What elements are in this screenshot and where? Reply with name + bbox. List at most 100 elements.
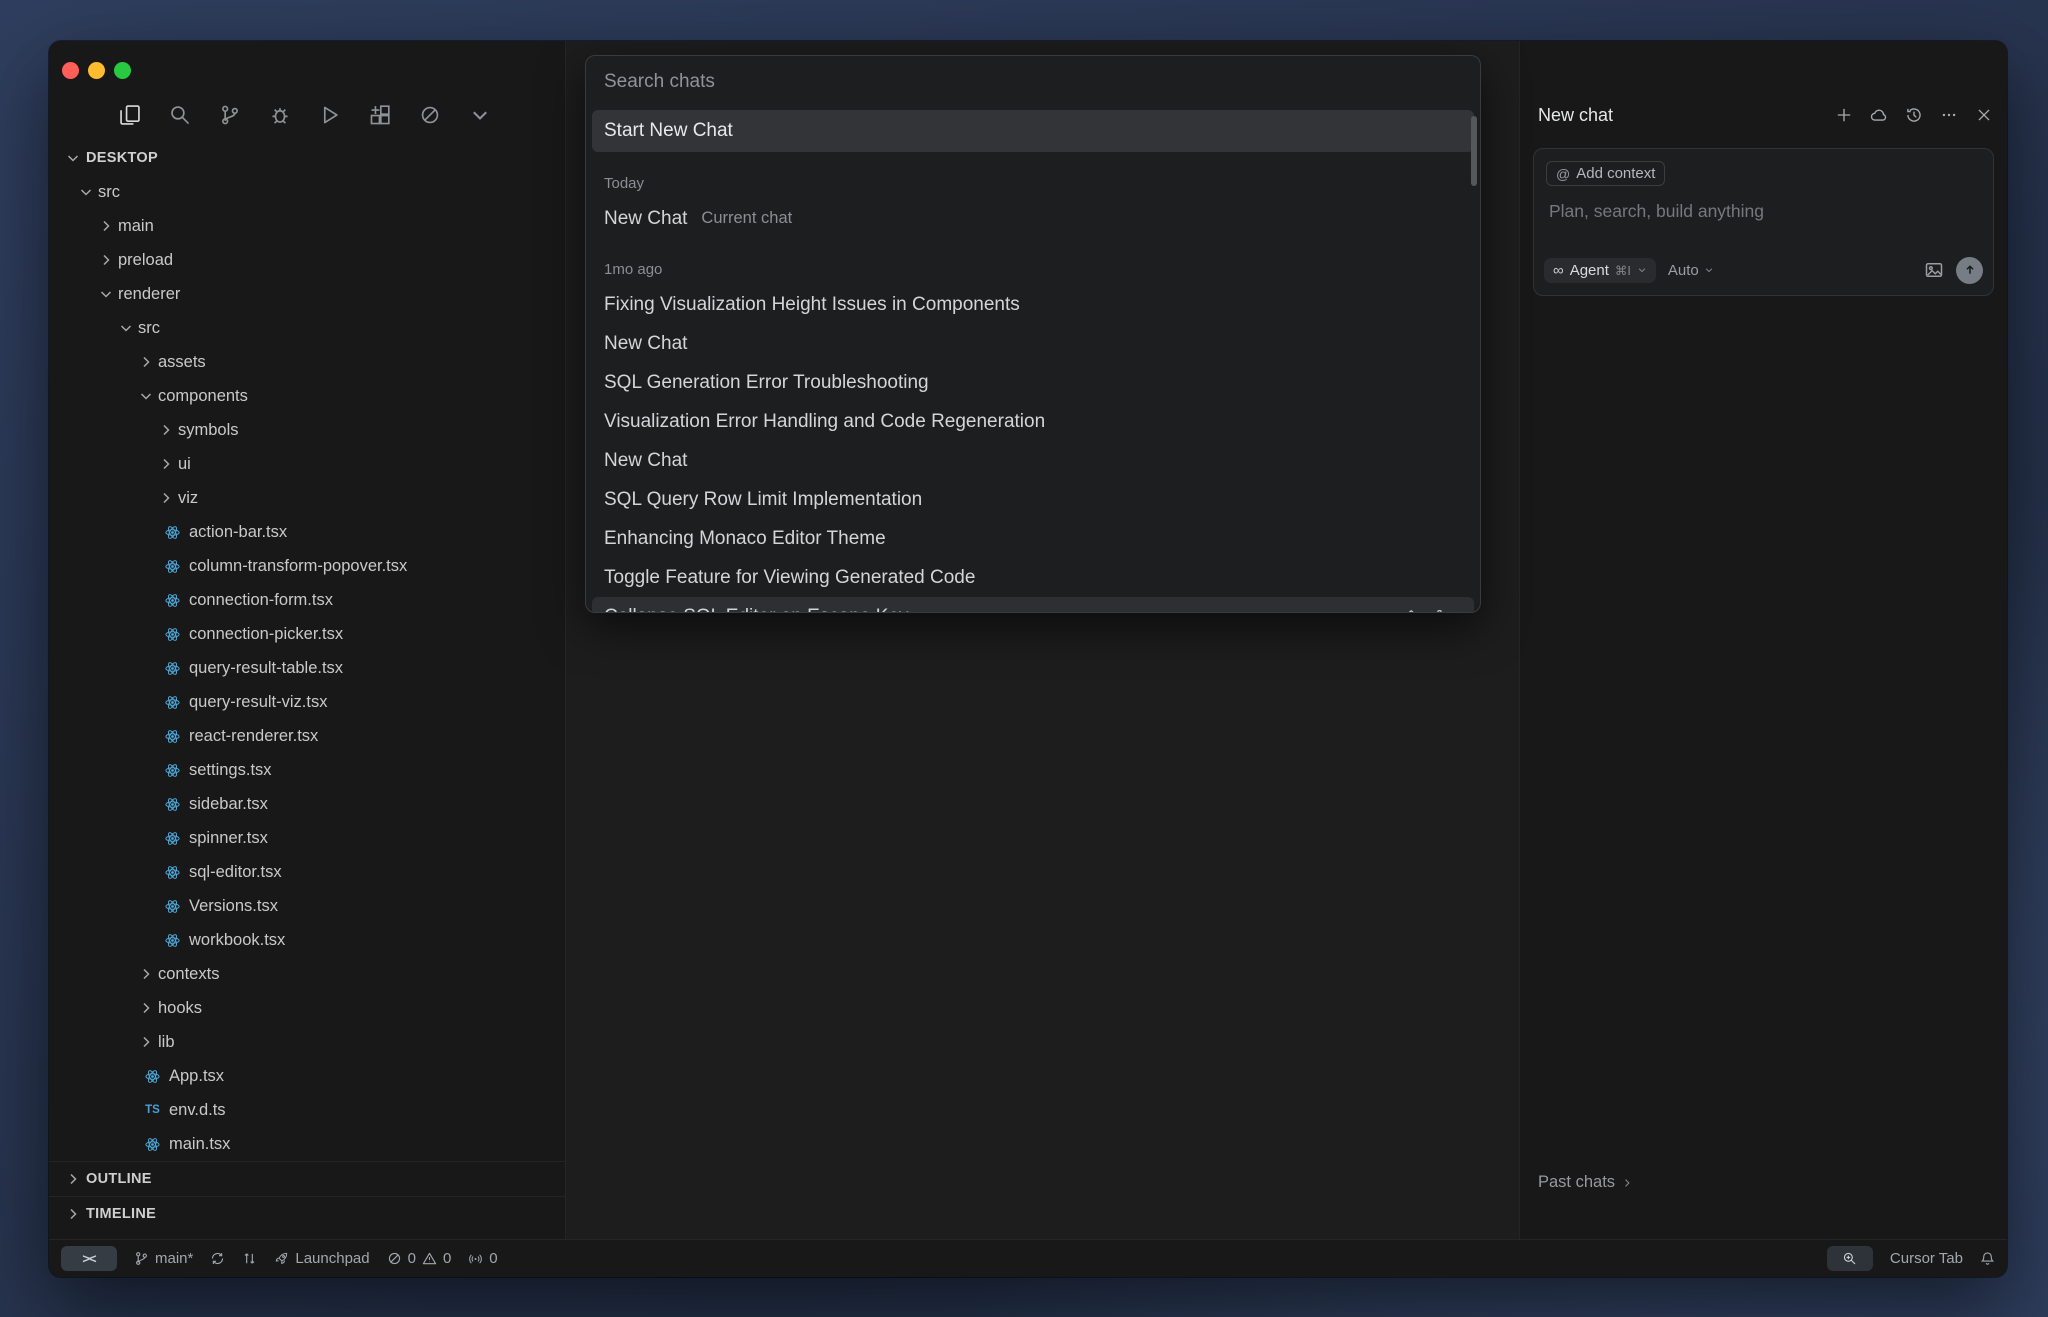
tree-item-label: query-result-table.tsx [189, 659, 343, 678]
compare-changes-icon[interactable] [242, 1251, 257, 1266]
run-icon[interactable] [315, 100, 345, 130]
quick-pick-item-label: Visualization Error Handling and Code Re… [604, 411, 1045, 433]
tree-item[interactable]: Versions.tsx [49, 889, 565, 923]
quick-pick-item-label: New Chat [604, 450, 687, 472]
tree-item-label: viz [178, 489, 198, 508]
quick-pick-item[interactable]: New Chat [586, 441, 1480, 480]
tree-item[interactable]: renderer [49, 277, 565, 311]
past-chats-link[interactable]: Past chats [1538, 1173, 1633, 1192]
quick-pick-item-label: SQL Query Row Limit Implementation [604, 489, 922, 511]
extensions-icon[interactable] [365, 100, 395, 130]
tree-item-label: src [138, 319, 160, 338]
bell-icon[interactable] [1980, 1251, 1995, 1266]
tree-item[interactable]: column-transform-popover.tsx [49, 549, 565, 583]
tree-item[interactable]: sql-editor.tsx [49, 855, 565, 889]
quick-pick-item-label: Enhancing Monaco Editor Theme [604, 528, 886, 550]
remote-indicator-button[interactable]: >< [61, 1246, 117, 1271]
tree-item[interactable]: src [49, 175, 565, 209]
zoom-in-icon [1842, 1251, 1857, 1266]
tree-item[interactable]: action-bar.tsx [49, 515, 565, 549]
tree-item[interactable]: connection-picker.tsx [49, 617, 565, 651]
quick-pick-item[interactable]: Visualization Error Handling and Code Re… [586, 402, 1480, 441]
more-actions-icon[interactable] [1940, 106, 1958, 124]
zoom-button[interactable] [1827, 1246, 1873, 1271]
tree-item[interactable]: workbook.tsx [49, 923, 565, 957]
quick-pick-item[interactable]: New Chat [586, 324, 1480, 363]
quick-pick-item[interactable]: Fixing Visualization Height Issues in Co… [586, 285, 1480, 324]
tree-item[interactable]: TSenv.d.ts [49, 1093, 565, 1127]
explorer-section-outline[interactable]: OUTLINE [49, 1161, 565, 1196]
tree-item[interactable]: connection-form.tsx [49, 583, 565, 617]
git-branch-status[interactable]: main* [134, 1250, 193, 1267]
typescript-file-icon: TS [144, 1102, 161, 1119]
problems-status[interactable]: 0 0 [387, 1250, 452, 1267]
quick-pick-item[interactable]: SQL Generation Error Troubleshooting [586, 363, 1480, 402]
ports-status[interactable]: 0 [468, 1250, 497, 1267]
tree-item[interactable]: main [49, 209, 565, 243]
quick-pick-group-header: Today [586, 152, 1480, 199]
quick-pick-item[interactable]: Collapse SQL Editor on Escape Key [592, 597, 1474, 613]
tree-item-label: App.tsx [169, 1067, 224, 1086]
close-button[interactable] [62, 62, 79, 79]
sidebar: DESKTOP srcmainpreloadrenderersrcassetsc… [49, 41, 566, 1240]
edit-chat-icon[interactable] [1399, 608, 1416, 613]
tree-item[interactable]: components [49, 379, 565, 413]
tree-item[interactable]: contexts [49, 957, 565, 991]
source-control-icon[interactable] [215, 100, 245, 130]
tree-item[interactable]: main.tsx [49, 1127, 565, 1161]
quick-pick-item[interactable]: Enhancing Monaco Editor Theme [586, 519, 1480, 558]
model-selector[interactable]: Auto [1668, 262, 1714, 279]
explorer-section-header[interactable]: DESKTOP [49, 141, 565, 175]
remote-explorer-icon[interactable] [415, 100, 445, 130]
tree-item[interactable]: sidebar.tsx [49, 787, 565, 821]
attach-image-button[interactable] [1924, 260, 1944, 280]
cloud-icon[interactable] [1870, 106, 1888, 124]
quick-pick-item[interactable]: Toggle Feature for Viewing Generated Cod… [586, 558, 1480, 597]
status-bar: >< main* Launchpad 0 0 0 Cursor Tab [49, 1239, 2007, 1277]
delete-chat-icon[interactable] [1431, 608, 1448, 613]
chat-history-icon[interactable] [1905, 106, 1923, 124]
chat-input-card[interactable]: @ Add context Plan, search, build anythi… [1533, 148, 1994, 296]
tree-item[interactable]: src [49, 311, 565, 345]
quick-pick-item[interactable]: Start New Chat [592, 110, 1474, 152]
cursor-tab-status[interactable]: Cursor Tab [1890, 1250, 1963, 1267]
more-views-chevron-icon[interactable] [465, 100, 495, 130]
tree-item[interactable]: settings.tsx [49, 753, 565, 787]
tree-item[interactable]: spinner.tsx [49, 821, 565, 855]
git-branch-icon [134, 1251, 149, 1266]
sync-icon[interactable] [210, 1251, 225, 1266]
maximize-button[interactable] [114, 62, 131, 79]
quick-pick-search-input[interactable]: Search chats [586, 56, 1480, 108]
tree-item[interactable]: hooks [49, 991, 565, 1025]
chat-panel-header: New chat [1538, 100, 1993, 130]
tree-item[interactable]: preload [49, 243, 565, 277]
close-panel-icon[interactable] [1975, 106, 1993, 124]
minimize-button[interactable] [88, 62, 105, 79]
explorer-icon[interactable] [115, 100, 145, 130]
agent-mode-selector[interactable]: ∞ Agent ⌘I [1544, 258, 1656, 283]
debug-icon[interactable] [265, 100, 295, 130]
tree-item[interactable]: ui [49, 447, 565, 481]
send-button[interactable] [1956, 257, 1983, 284]
tree-item[interactable]: assets [49, 345, 565, 379]
quick-pick-item[interactable]: New ChatCurrent chat [586, 199, 1480, 238]
new-chat-plus-icon[interactable] [1835, 106, 1853, 124]
warnings-icon [422, 1251, 437, 1266]
tree-item-label: spinner.tsx [189, 829, 268, 848]
rocket-icon [274, 1251, 289, 1266]
add-context-button[interactable]: @ Add context [1546, 161, 1665, 186]
chevron-down-icon [1704, 265, 1714, 275]
tree-item-label: settings.tsx [189, 761, 272, 780]
launchpad-status[interactable]: Launchpad [274, 1250, 369, 1267]
tree-item[interactable]: lib [49, 1025, 565, 1059]
tree-item[interactable]: query-result-table.tsx [49, 651, 565, 685]
tree-item[interactable]: query-result-viz.tsx [49, 685, 565, 719]
tree-item[interactable]: App.tsx [49, 1059, 565, 1093]
tree-item[interactable]: viz [49, 481, 565, 515]
tree-item[interactable]: react-renderer.tsx [49, 719, 565, 753]
tree-item[interactable]: symbols [49, 413, 565, 447]
quick-pick-item[interactable]: SQL Query Row Limit Implementation [586, 480, 1480, 519]
search-icon[interactable] [165, 100, 195, 130]
quick-pick-scrollbar[interactable] [1471, 116, 1477, 186]
explorer-section-timeline[interactable]: TIMELINE [49, 1196, 565, 1231]
